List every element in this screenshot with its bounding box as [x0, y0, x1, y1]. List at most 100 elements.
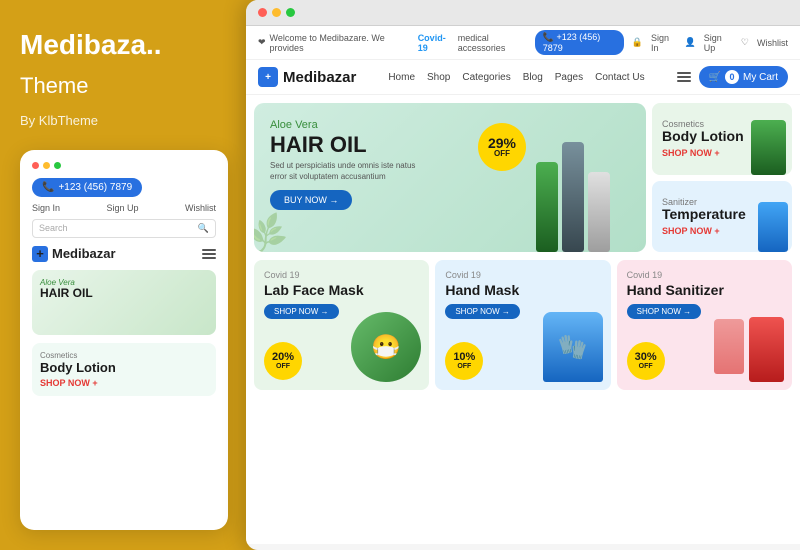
browser-window-dots — [258, 8, 295, 17]
nav-pages[interactable]: Pages — [555, 72, 583, 83]
nav-categories[interactable]: Categories — [462, 72, 510, 83]
hero-badge-pct: 29% — [488, 136, 516, 150]
hero-product-bottles — [536, 122, 636, 252]
mobile-cosmetics-title: Body Lotion — [40, 360, 208, 375]
mobile-dot-yellow — [43, 162, 50, 169]
mobile-preview-card: 📞 +123 (456) 7879 Sign In Sign Up Wishli… — [20, 150, 228, 530]
hero-side-cards: Cosmetics Body Lotion SHOP NOW + Sanitiz… — [652, 103, 792, 252]
mobile-search-bar[interactable]: Search 🔍 — [32, 219, 216, 238]
topbar-welcome: Welcome to Medibazare. We provides — [270, 33, 414, 53]
mobile-window-dots — [32, 162, 216, 169]
phone-icon-top: 📞 — [543, 32, 554, 42]
hero-section: Aloe Vera HAIR OIL Sed ut perspiciatis u… — [246, 95, 800, 260]
product-1-category: Covid 19 — [264, 270, 419, 280]
hamburger-menu-icon[interactable] — [677, 72, 691, 82]
topbar-wishlist[interactable]: Wishlist — [757, 38, 788, 48]
nav-logo-icon: + — [258, 67, 278, 87]
nav-logo: + Medibazar — [258, 67, 356, 87]
nav-logo-text: Medibazar — [283, 69, 356, 86]
product-3-discount-badge: 30% OFF — [627, 342, 665, 380]
mobile-logo-icon: + — [32, 246, 48, 262]
mobile-hero: Aloe Vera HAIR OIL — [32, 270, 216, 335]
heart-icon: ❤ — [258, 37, 266, 48]
product-2-shop-btn[interactable]: SHOP NOW → — [445, 304, 520, 319]
sanitizer-bottle-icon-2 — [714, 319, 744, 374]
site-topbar: ❤ Welcome to Medibazare. We provides Cov… — [246, 26, 800, 60]
mobile-cosmetics-card: Cosmetics Body Lotion SHOP NOW + — [32, 343, 216, 396]
topbar-covid-link[interactable]: Covid-19 — [418, 33, 454, 53]
bottle-3 — [588, 172, 610, 252]
mobile-hamburger-icon[interactable] — [202, 249, 216, 259]
mobile-sign-in[interactable]: Sign In — [32, 203, 60, 213]
browser-dot-red[interactable] — [258, 8, 267, 17]
face-mask-icon: 😷 — [351, 312, 421, 382]
cart-icon: 🛒 — [709, 72, 721, 83]
nav-blog[interactable]: Blog — [523, 72, 543, 83]
product-card-hand-mask: Covid 19 Hand Mask SHOP NOW → 10% OFF 🧤 — [435, 260, 610, 390]
topbar-left: ❤ Welcome to Medibazare. We provides Cov… — [258, 33, 535, 53]
left-panel: Medibaza.. Theme By KlbTheme 📞 +123 (456… — [0, 0, 248, 550]
mobile-dot-green — [54, 162, 61, 169]
topbar-medical: medical accessories — [458, 33, 535, 53]
site-content: ❤ Welcome to Medibazare. We provides Cov… — [246, 26, 800, 544]
hero-buy-now-button[interactable]: BUY NOW → — [270, 190, 352, 210]
nav-shop[interactable]: Shop — [427, 72, 450, 83]
bottle-2 — [562, 142, 584, 252]
cart-badge: 0 — [725, 70, 739, 84]
brand-subtitle: Theme — [20, 73, 228, 99]
nav-home[interactable]: Home — [388, 72, 415, 83]
brand-by: By KlbTheme — [20, 113, 228, 128]
mobile-phone-button[interactable]: 📞 +123 (456) 7879 — [32, 178, 142, 197]
product-3-discount-pct: 30% — [635, 352, 657, 363]
product-3-category: Covid 19 — [627, 270, 782, 280]
topbar-phone[interactable]: 📞 +123 (456) 7879 — [535, 30, 624, 55]
product-1-shop-btn[interactable]: SHOP NOW → — [264, 304, 339, 319]
topbar-right: 📞 +123 (456) 7879 🔒 Sign In 👤 Sign Up ♡ … — [535, 30, 788, 55]
heart-icon-top: ♡ — [741, 37, 749, 48]
nav-links: Home Shop Categories Blog Pages Contact … — [388, 72, 644, 83]
side-product-2 — [758, 202, 788, 252]
side-card-temperature: Sanitizer Temperature SHOP NOW + — [652, 181, 792, 253]
hero-description: Sed ut perspiciatis unde omnis iste natu… — [270, 161, 430, 182]
cart-button[interactable]: 🛒 0 My Cart — [699, 66, 788, 88]
mobile-search-label: Search — [39, 223, 68, 233]
browser-dot-green[interactable] — [286, 8, 295, 17]
topbar-sign-up[interactable]: Sign Up — [704, 33, 733, 53]
mobile-logo-text: Medibazar — [52, 246, 116, 261]
site-nav: + Medibazar Home Shop Categories Blog Pa… — [246, 60, 800, 95]
product-2-discount-pct: 10% — [453, 352, 475, 363]
nav-contact[interactable]: Contact Us — [595, 72, 644, 83]
mobile-hero-title: HAIR OIL — [40, 287, 93, 300]
browser-dot-yellow[interactable] — [272, 8, 281, 17]
hero-badge-off: OFF — [494, 150, 510, 158]
mobile-wishlist[interactable]: Wishlist — [185, 203, 216, 213]
product-1-discount-off: OFF — [276, 363, 290, 370]
mobile-dot-red — [32, 162, 39, 169]
product-3-visual — [749, 317, 784, 382]
product-1-title: Lab Face Mask — [264, 282, 419, 298]
topbar-sign-in[interactable]: Sign In — [651, 33, 677, 53]
mobile-shop-btn[interactable]: SHOP NOW + — [40, 378, 208, 388]
mobile-hero-text: Aloe Vera HAIR OIL — [40, 278, 93, 300]
product-2-title: Hand Mask — [445, 282, 600, 298]
cart-label: My Cart — [743, 72, 778, 83]
brand-title: Medibaza.. — [20, 30, 228, 61]
lock-icon: 🔒 — [632, 37, 643, 48]
mobile-cosmetics-label: Cosmetics — [40, 351, 208, 360]
side-product-1 — [751, 120, 786, 175]
nav-right: 🛒 0 My Cart — [677, 66, 788, 88]
product-2-discount-badge: 10% OFF — [445, 342, 483, 380]
product-3-discount-off: OFF — [639, 363, 653, 370]
mobile-sign-up[interactable]: Sign Up — [107, 203, 139, 213]
product-card-face-mask: Covid 19 Lab Face Mask SHOP NOW → 20% OF… — [254, 260, 429, 390]
product-3-shop-btn[interactable]: SHOP NOW → — [627, 304, 702, 319]
product-1-discount-badge: 20% OFF — [264, 342, 302, 380]
browser-chrome — [246, 0, 800, 26]
product-card-hand-sanitizer: Covid 19 Hand Sanitizer SHOP NOW → 30% O… — [617, 260, 792, 390]
product-2-visual: 🧤 — [543, 312, 603, 382]
hero-main-banner: Aloe Vera HAIR OIL Sed ut perspiciatis u… — [254, 103, 646, 252]
hero-discount-badge: 29% OFF — [478, 123, 526, 171]
product-2-discount-off: OFF — [457, 363, 471, 370]
products-section: Covid 19 Lab Face Mask SHOP NOW → 20% OF… — [246, 260, 800, 398]
bottle-1 — [536, 162, 558, 252]
